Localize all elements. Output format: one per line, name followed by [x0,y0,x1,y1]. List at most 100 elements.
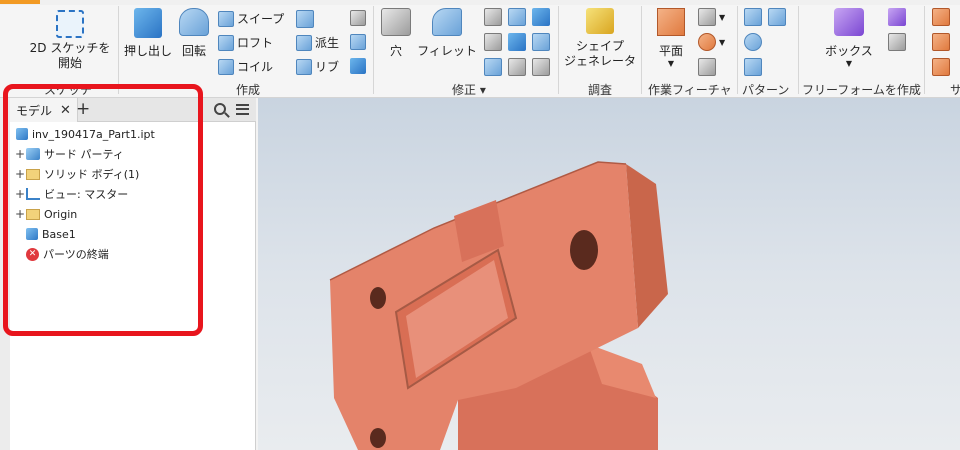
plane-dropdown-icon[interactable]: ▼ [668,59,674,69]
plane-label: 平面 [658,44,683,58]
start-2d-sketch-button[interactable]: 2D スケッチを 開始 [20,10,120,71]
model-tab[interactable]: モデル ✕ [10,98,78,122]
sketch-label-1: 2D スケッチを [29,41,111,55]
tree-item-solid-bodies[interactable]: + ソリッド ボディ(1) [14,164,139,184]
hole-button[interactable]: 穴 [378,8,414,59]
point-button[interactable]: ▼ [698,33,725,51]
freeform-tool-1[interactable] [888,8,906,26]
tree-item-label: ソリッド ボディ(1) [44,168,140,181]
explore-group-label: 調査 [588,83,613,97]
active-tab-accent [0,0,40,4]
tree-item-third-party[interactable]: + サード パーティ [14,144,124,164]
create-group-label: 作成 [236,83,261,97]
coil-label: コイル [237,60,274,74]
box-dropdown-icon[interactable]: ▼ [846,59,852,69]
tree-item-end-of-part[interactable]: ✕ パーツの終端 [26,244,109,264]
expand-icon[interactable]: + [14,167,26,181]
thread-icon[interactable] [484,33,502,51]
loft-button[interactable]: ロフト [218,34,273,51]
emboss-button[interactable] [296,10,314,28]
view-icon [26,188,40,200]
loft-icon [218,34,234,51]
point-icon [698,33,716,51]
combine-icon[interactable] [532,33,550,51]
close-tab-icon[interactable]: ✕ [60,103,71,118]
hole-large [570,230,598,270]
freeform-group-label: フリーフォームを作成 [802,83,921,97]
import-icon [350,10,366,26]
bend-icon[interactable] [484,58,502,76]
hole-small-top [370,287,386,309]
fillet-button[interactable]: フィレット [416,8,478,59]
tree-item-label: パーツの終端 [43,248,109,261]
axis-button[interactable]: ▼ [698,8,725,26]
tree-item-label: Base1 [42,227,76,241]
expand-icon[interactable]: + [14,147,26,161]
tree-item-origin[interactable]: + Origin [14,204,77,224]
rib-icon [296,58,312,75]
solid-body-folder-icon [26,168,40,180]
rib-button[interactable]: リブ [296,58,339,75]
thicken-icon [350,34,366,50]
ribbon-separator [737,6,738,94]
chamfer-icon[interactable] [484,8,502,26]
shape-generator-button[interactable]: シェイプ ジェネレータ [560,8,640,69]
thicken-button[interactable] [350,34,366,50]
circular-pattern-icon[interactable] [744,33,762,51]
derive-icon [296,34,312,51]
tree-item-label: サード パーティ [44,148,124,161]
hole-small-bottom [370,428,386,448]
coil-button[interactable]: コイル [218,58,273,75]
split-icon[interactable] [508,33,526,51]
extrude-button[interactable]: 押し出し [122,8,174,59]
surface-icon [932,8,950,26]
revolve-button[interactable]: 回転 [176,8,212,59]
surface-tool-3[interactable] [932,58,950,76]
tree-item-base1[interactable]: Base1 [26,224,76,244]
surface-tool-1[interactable] [932,8,950,26]
emboss-icon [296,10,314,28]
expand-icon[interactable]: + [14,207,26,221]
third-party-icon [26,148,40,160]
tree-item-view-master[interactable]: + ビュー: マスター [14,184,128,204]
shell-icon[interactable] [508,8,526,26]
extrude-label: 押し出し [123,44,172,58]
ucs-button[interactable] [698,58,716,76]
patch-icon [932,33,950,51]
part-model [329,161,668,450]
expand-icon[interactable]: + [14,187,26,201]
freeform-tool-2[interactable] [888,33,906,51]
tree-item-part[interactable]: inv_190417a_Part1.ipt [16,124,155,144]
draft-icon[interactable] [532,8,550,26]
add-tab-icon[interactable]: + [76,99,90,119]
freeform-box-button[interactable]: ボックス ▼ [812,8,886,69]
freeform-box-label: ボックス [825,44,873,58]
modify-group-label: 修正 ▾ [452,83,486,97]
shape-generator-icon [586,8,614,34]
plane-button[interactable]: 平面 ▼ [648,8,694,69]
plane-icon [657,8,685,36]
browser-header: モデル ✕ + [10,98,256,122]
3d-viewport[interactable] [258,98,960,450]
ribbon-separator [924,6,925,94]
pattern-group-label: パターン [742,83,790,97]
delete-face-icon[interactable] [532,58,550,76]
sweep-button[interactable]: スイープ [218,10,284,27]
surface-tool-2[interactable] [932,33,950,51]
sketch-icon [56,10,84,38]
ucs-icon [698,58,716,76]
rectangular-pattern-icon[interactable] [744,8,762,26]
unwrap-button[interactable] [350,58,366,74]
model-browser-panel: モデル ✕ + inv_190417a_Part1.ipt + サード パーティ… [10,98,256,450]
convert-to-freeform-icon [888,33,906,51]
coil-icon [218,58,234,75]
axis-dropdown-icon: ▼ [719,12,726,22]
import-button[interactable] [350,10,366,26]
modify-tools-row-3 [484,58,550,76]
sketch-driven-pattern-icon[interactable] [744,58,762,76]
mirror-icon[interactable] [768,8,786,26]
derive-button[interactable]: 派生 [296,34,339,51]
ribbon-separator [118,6,119,94]
direct-edit-icon[interactable] [508,58,526,76]
work-features-group-label: 作業フィーチャ [648,83,732,97]
